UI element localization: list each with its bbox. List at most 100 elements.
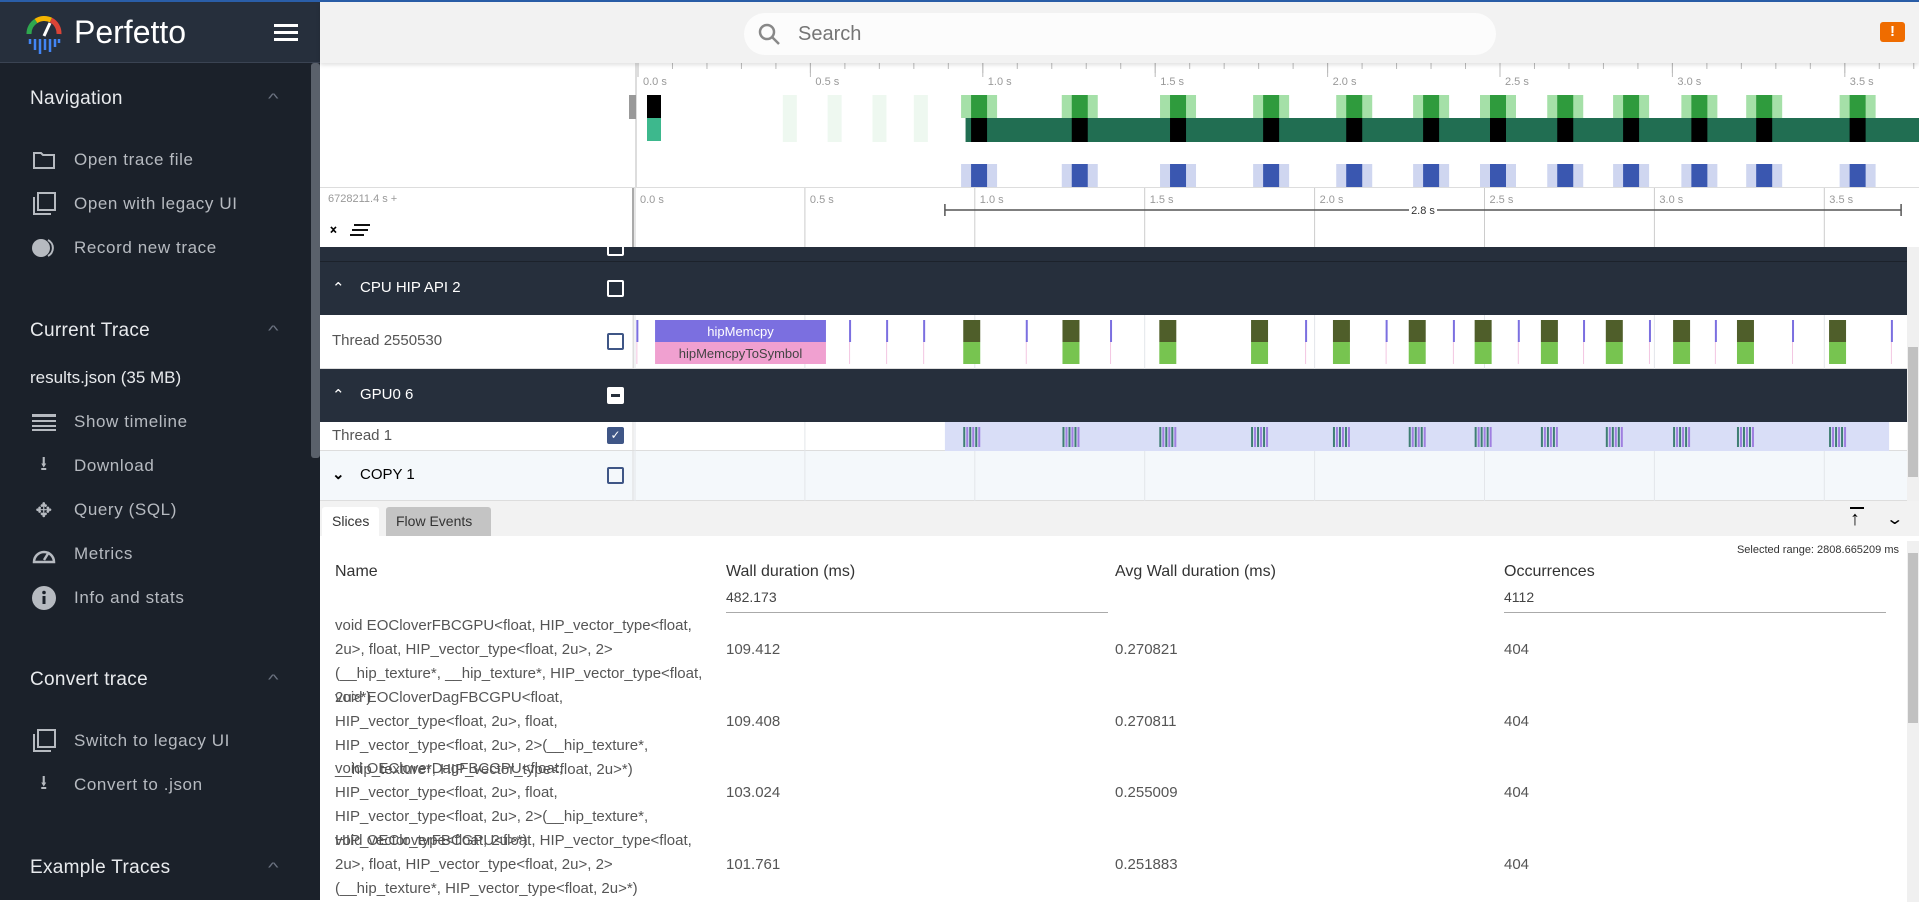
wall-duration: 103.024 [726,784,781,801]
nav-info-and-stats[interactable]: Info and stats [30,583,184,613]
overview-cpu-block [1263,95,1280,118]
slice-launch-child [1408,342,1426,364]
overview-gpu-block [1490,164,1507,187]
overview-timeline[interactable]: 0.0 s 0.5 s 1.0 s 1.5 s 2.0 s 2.5 s 3.0 s 3.5 s [320,63,1919,188]
gpu-kernel-slice [1417,427,1420,447]
section-current-trace-title[interactable]: Current Trace [30,320,150,342]
time-axis[interactable]: 0.0 s 0.5 s 1.0 s 1.5 s 2.0 s 2.5 s 3.0 s 3.5 s… [320,188,1907,247]
tab-slices[interactable]: Slices [322,507,380,536]
column-header-name[interactable]: Name [335,563,378,581]
gpu-kernel-slice [1257,427,1260,447]
overview-cpu-block [971,95,988,118]
nav-open-trace-file[interactable]: Open trace file [30,145,194,175]
gpu-kernel-slice [1408,427,1411,447]
slice-launch-child [963,342,981,364]
column-header-avg-wall-duration[interactable]: Avg Wall duration (ms) [1115,563,1276,581]
slice-name[interactable]: void OECloverFBCGPU<float, HIP_vector_ty… [335,829,710,901]
track-thread-1: Thread 1 ✓ [320,422,1907,451]
column-header-wall-duration[interactable]: Wall duration (ms) [726,563,855,581]
gpu-kernel-slice [1748,427,1751,447]
slice-launch-child [1605,342,1623,364]
gpu-kernel-slice [1835,427,1838,447]
gpu-kernel-slice [1685,427,1688,447]
alert-icon[interactable]: ! [1880,22,1905,42]
overview-cpu-block [1756,95,1773,118]
overview-cpu-block [1623,95,1640,118]
gpu-kernel-slice [1077,427,1080,447]
search-box[interactable] [744,13,1496,55]
overview-cpu-block [1691,118,1708,142]
nav-switch-legacy-ui[interactable]: Switch to legacy UI [30,726,230,756]
search-input[interactable] [798,22,1398,46]
chevron-up-icon[interactable]: ^ [268,322,279,338]
app-title: Perfetto [74,14,187,50]
slice-thin-child [636,342,638,364]
overview-cpu-block [1756,118,1773,142]
slice-launch [1829,320,1847,342]
gpu-kernel-slice [1682,427,1685,447]
overview-cpu-block [971,118,988,142]
gpu-kernel-slice [1844,427,1847,447]
column-header-occurrences[interactable]: Occurrences [1504,563,1595,581]
copy-track-grid [632,451,1825,501]
slice-launch-child [1159,342,1177,364]
overview-gpu-block [1557,164,1574,187]
track-group-copy[interactable]: ⌄ COPY 1 [320,451,1907,501]
sidebar-scrollbar[interactable] [311,63,320,458]
overview-cpu-block [1423,118,1440,142]
gpu-kernel-slice [1335,427,1338,447]
maximize-panel-icon[interactable]: ↑ [1850,507,1864,529]
track-checkbox[interactable] [607,239,624,256]
gpu-kernel-slice [1555,427,1558,447]
slice-thin [1025,320,1028,342]
nav-record-new-trace[interactable]: Record new trace [30,233,217,263]
query-icon: ✥ [35,499,53,522]
topbar: ! [320,2,1919,63]
nav-convert-to-json[interactable]: ⭳ Convert to .json [30,770,203,800]
chevron-up-icon[interactable]: ^ [268,671,279,687]
gpu-thread-slices[interactable] [320,422,1907,451]
avg-wall-duration: 0.270811 [1115,713,1177,730]
tracks-scrollbar[interactable] [1907,247,1919,501]
total-occurrences: 4112 [1504,589,1886,613]
slice-launch [1332,320,1350,342]
gpu-kernel-slice [1552,427,1555,447]
record-icon [30,236,58,260]
hamburger-menu-icon[interactable] [274,24,298,42]
track-checkbox[interactable] [607,280,624,297]
gpu-kernel-slice [1263,427,1266,447]
section-example-traces-title[interactable]: Example Traces [30,857,170,879]
track-group-gpu0[interactable]: ⌃ GPU0 6 [320,369,1907,422]
gpu-kernel-slice [1266,427,1269,447]
nav-show-timeline[interactable]: Show timeline [30,407,188,437]
chevron-up-icon[interactable]: ⌃ [332,386,345,404]
chevron-up-icon[interactable]: ⌃ [332,279,345,297]
track-group-header-previous [320,239,1907,261]
track-checkbox-partial[interactable] [607,387,624,404]
nav-download[interactable]: ⭳ Download [30,451,154,481]
section-convert-trace-title[interactable]: Convert trace [30,669,148,691]
gpu-kernel-slice [1739,427,1742,447]
occurrences: 404 [1504,713,1530,730]
wall-duration: 109.412 [726,641,781,658]
section-navigation-title[interactable]: Navigation [30,88,123,110]
overview-cpu-block [1071,95,1088,118]
slice-launch [1540,320,1558,342]
overview-tick-label: 1.0 s [988,76,1012,88]
total-wall-duration: 482.173 [726,589,1108,613]
chevron-up-icon[interactable]: ^ [268,859,279,875]
overview-cpu-block [1557,118,1574,142]
track-group-cpu-hip-api[interactable]: ⌃ CPU HIP API 2 [320,261,1907,315]
nav-metrics[interactable]: Metrics [30,539,133,569]
nav-query-sql[interactable]: ✥ Query (SQL) [30,495,177,525]
thread-slices[interactable]: hipMemcpy hipMemcpyToSymbol [320,315,1907,369]
slice-launch [1605,320,1623,342]
tab-flow-events[interactable]: Flow Events [386,507,491,536]
nav-open-legacy-ui[interactable]: Open with legacy UI [30,189,238,219]
chevron-up-icon[interactable]: ^ [268,90,279,106]
chevron-down-icon[interactable]: ⌄ [1885,509,1904,529]
panel-scrollbar[interactable] [1907,541,1919,902]
gpu-kernel-slice [1065,427,1068,447]
overview-faint-block [872,95,887,142]
axis-tick-label: 0.5 s [810,194,834,206]
